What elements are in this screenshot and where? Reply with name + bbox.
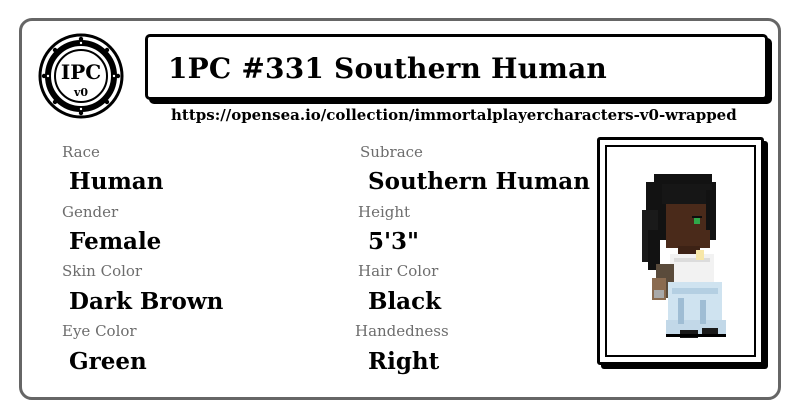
skin-color-value: Dark Brown	[69, 288, 224, 315]
height-label: Height	[358, 203, 411, 221]
hair-color-value: Black	[368, 288, 442, 315]
handedness-label: Handedness	[355, 322, 449, 340]
portrait-frame	[597, 137, 764, 365]
gender-value: Female	[69, 228, 162, 255]
logo-text-sub: v0	[73, 86, 88, 99]
hair-color-label: Hair Color	[358, 262, 439, 280]
subrace-value: Southern Human	[368, 168, 590, 195]
eye-color-value: Green	[69, 348, 147, 375]
skin-color-label: Skin Color	[62, 262, 143, 280]
eye-color-label: Eye Color	[62, 322, 137, 340]
logo-text-main: IPC	[61, 60, 101, 84]
collection-url-link[interactable]: https://opensea.io/collection/immortalpl…	[171, 106, 737, 124]
race-label: Race	[62, 143, 100, 161]
gender-label: Gender	[62, 203, 119, 221]
race-value: Human	[69, 168, 164, 195]
handedness-value: Right	[368, 348, 440, 375]
character-sprite-icon	[642, 174, 726, 338]
page-title: 1PC #331 Southern Human	[168, 52, 607, 85]
height-value: 5'3"	[368, 228, 420, 255]
ipc-v0-seal-logo: IPC v0	[38, 33, 124, 119]
subrace-label: Subrace	[360, 143, 423, 161]
